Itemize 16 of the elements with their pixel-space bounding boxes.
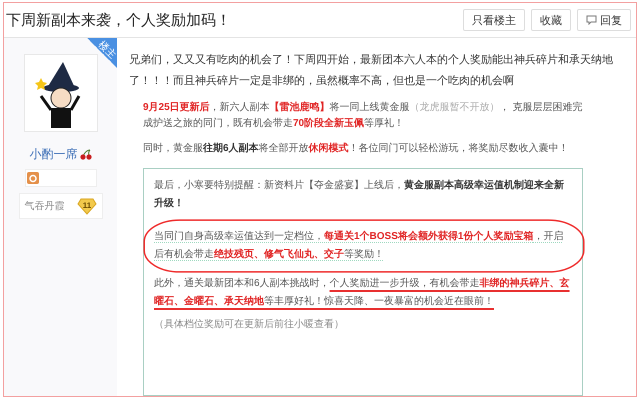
rank-title: 气吞丹霞 xyxy=(24,200,64,213)
comment-icon xyxy=(586,15,597,25)
thread-button[interactable]: 收藏 xyxy=(531,9,571,31)
thread-title: 下周新副本来袭，个人奖励加码！ xyxy=(6,10,232,30)
notice-paragraph: 最后，小寒要特别提醒：新资料片【夺金盛宴】上线后，黄金服副本高级幸运值机制迎来全新升级！ xyxy=(154,178,565,211)
username[interactable]: 小酌一席 xyxy=(30,146,78,163)
announcement-paragraph: 9月25日更新后，新六人副本【雷池鹿鸣】将一同上线黄金服（龙虎服暂不开放）， 克服层层困难完成护送之旅的同门，既有机会带走70阶段全新玉佩等厚礼！ xyxy=(143,100,583,131)
post-text: 兄弟们，又又又有吃肉的机会了！下周四开始，最新团本六人本的个人奖励能出神兵碎片和承天纳地了！！！而且神兵碎片一定是非绑的，虽然概率不高，但也是一个吃肉的机会啊 xyxy=(129,52,614,89)
notice-paragraph: 当同门自身高级幸运值达到一定档位，每通关1个BOSS将会额外获得1份个人奖励宝箱，开启后有机会带走绝技残页、修气飞仙丸、交子等奖励！ xyxy=(154,229,564,262)
thread-button[interactable]: 只看楼主 xyxy=(463,9,525,31)
reply-button[interactable]: 回复 xyxy=(577,9,631,31)
announcement-paragraph: 同时，黄金服往期6人副本将全部开放休闲模式！各位同门可以轻松游玩，将奖励尽数收入囊中！ xyxy=(143,142,570,156)
cherry-icon xyxy=(80,149,92,160)
notice-paragraph: 此外，通关最新团本和6人副本挑战时，个人奖励进一步升级，有机会带走非绑的神兵碎片、玄曜石、金曜石、承天纳地等丰厚好礼！惊喜天降、一夜暴富的机会近在眼前！ xyxy=(154,276,571,309)
notice-footnote: （具体档位奖励可在更新后前往小暖查看） xyxy=(154,318,345,331)
level-badge: 11 xyxy=(76,197,96,215)
